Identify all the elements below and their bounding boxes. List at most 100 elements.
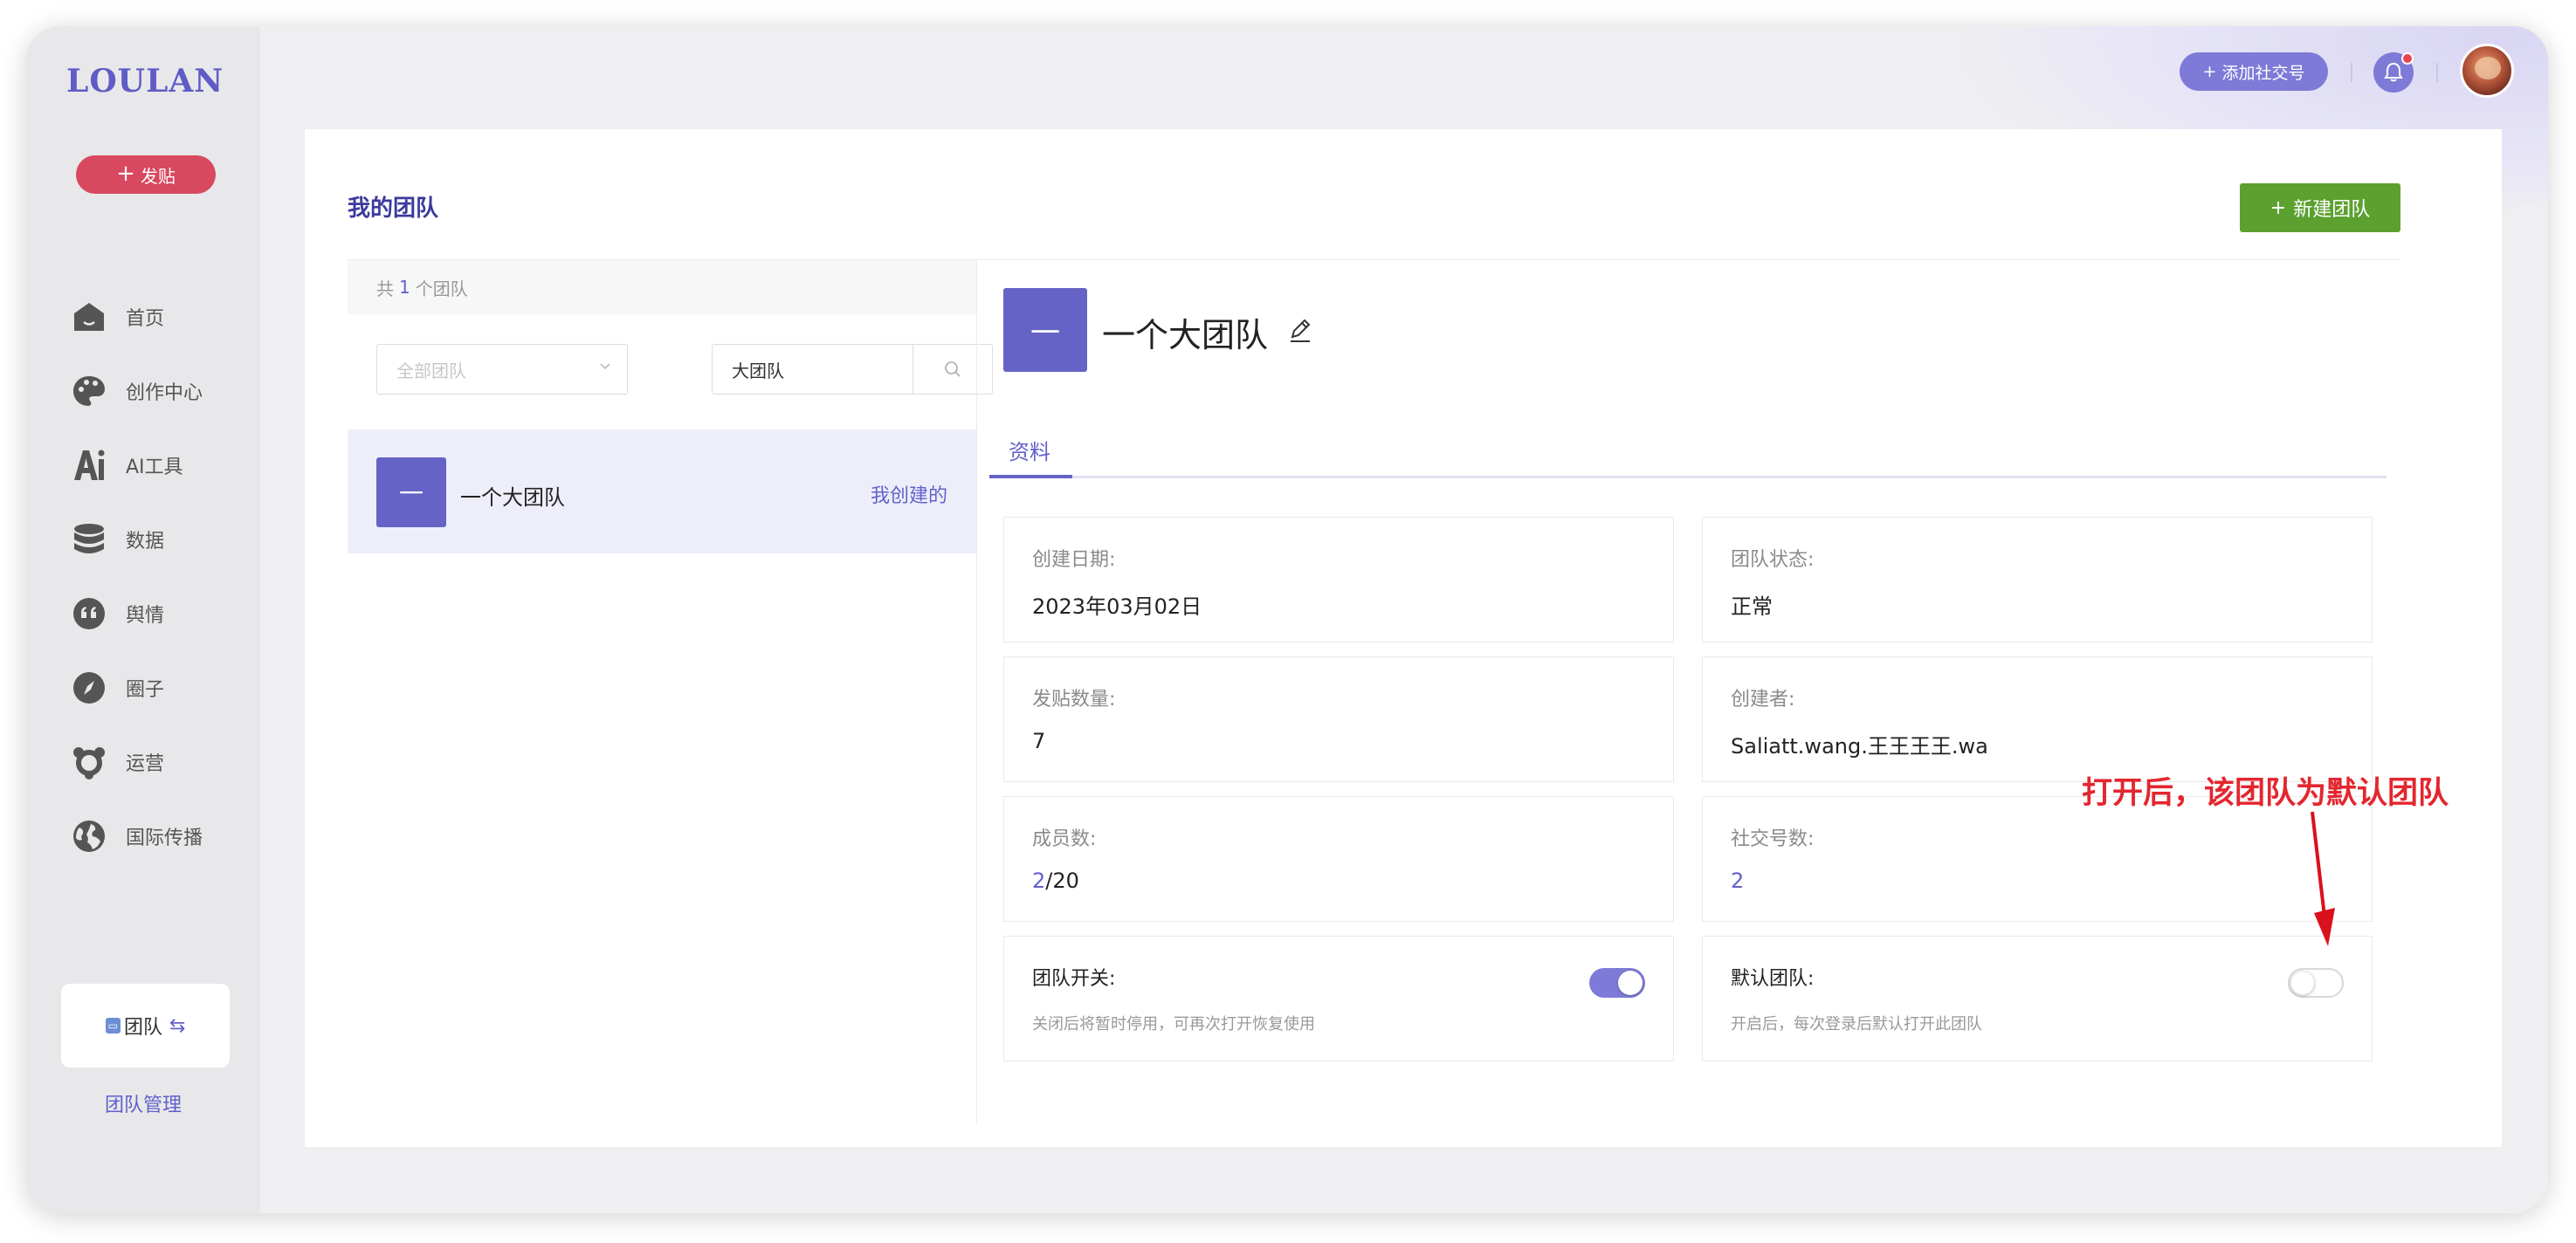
plus-icon: + [2202,62,2217,81]
sidebar-item-sentiment[interactable]: 舆情 [72,576,255,650]
team-switcher-label: 团队 [123,1017,162,1039]
annotation-arrow [2311,811,2335,946]
team-status-card: 团队状态: 正常 [1702,517,2373,642]
search-icon [945,361,961,377]
compass-icon [72,670,107,705]
created-date-card: 创建日期: 2023年03月02日 [1003,517,1674,642]
field-label: 成员数: [1032,828,1097,850]
field-value: Saliatt.wang.王王王王.wa [1731,734,1988,759]
list-item[interactable]: 一 一个大团队 我创建的 [348,429,976,553]
new-team-button[interactable]: + 新建团队 [2240,183,2400,232]
ai-icon [72,448,107,483]
sidebar-item-international[interactable]: 国际传播 [72,799,255,873]
team-list-panel: 共 1 个团队 全部团队 大团队 一 一个大团队 我创建的 [348,260,993,1124]
sidebar-item-creation[interactable]: 创作中心 [72,354,255,428]
field-label: 团队开关: [1032,968,1116,990]
chevron-down-icon [600,363,610,370]
sidebar-item-ai-tools[interactable]: AI工具 [72,428,255,502]
sidebar-item-label: 运营 [126,752,165,775]
field-value: 正常 [1731,594,1773,619]
field-label: 创建日期: [1032,549,1116,571]
team-count: 共 1 个团队 [348,260,976,314]
field-label: 默认团队: [1731,968,1815,990]
header-divider [2436,63,2438,82]
toggle-knob [1618,971,1643,995]
toggle-knob [2290,971,2315,995]
team-switch-card: 团队开关: 关闭后将暂时停用，可再次打开恢复使用 [1003,936,1674,1061]
palette-icon [72,374,107,409]
globe-icon [72,819,107,854]
sidebar-item-label: 舆情 [126,604,165,627]
field-label: 团队状态: [1731,549,1815,571]
default-team-toggle[interactable] [2288,968,2344,998]
sidebar-nav: 首页 创作中心 AI工具 数据 舆情 圈子 运营 国际传播 [72,279,255,873]
creator-card: 创建者: Saliatt.wang.王王王王.wa [1702,656,2373,782]
team-count-prefix: 共 [376,278,394,299]
team-search: 大团队 [712,344,993,395]
member-count-max: /20 [1045,869,1079,893]
annotation-text: 打开后，该团队为默认团队 [2082,776,2449,811]
team-detail-avatar: 一 [1003,288,1087,372]
field-value: 2023年03月02日 [1032,594,1202,619]
post-count-card: 发贴数量: 7 [1003,656,1674,782]
team-count-number: 1 [399,277,410,298]
team-manage-link[interactable]: 团队管理 [26,1089,260,1117]
sidebar-item-data[interactable]: 数据 [72,502,255,576]
post-button[interactable]: + 发贴 [76,155,216,194]
sidebar-item-label: 国际传播 [126,827,203,849]
field-label: 社交号数: [1731,828,1815,850]
logo[interactable]: LOULAN [66,63,232,108]
header-divider [2351,63,2352,82]
team-detail-title: 一个大团队 [1102,316,1269,354]
sidebar-item-label: 数据 [126,530,165,553]
sidebar-item-circles[interactable]: 圈子 [72,650,255,725]
edit-icon[interactable] [1287,316,1313,344]
sidebar-item-label: 首页 [126,307,165,330]
field-label: 发贴数量: [1032,689,1116,711]
team-tag-icon: ▭ [105,1018,121,1034]
team-filter-placeholder: 全部团队 [396,360,466,381]
member-count-link[interactable]: 2 [1032,869,1045,893]
home-icon [72,299,107,334]
plus-icon: + [2269,196,2287,219]
social-count-card: 社交号数: 2 [1702,796,2373,922]
bell-icon [2384,62,2403,82]
sidebar-item-operations[interactable]: 运营 [72,725,255,799]
team-detail: 一 一个大团队 资料 创建日期: 2023年03月02日 团队状态: 正常 发贴… [989,260,2400,1124]
team-avatar: 一 [376,457,446,527]
field-hint: 关闭后将暂时停用，可再次打开恢复使用 [1032,1015,1315,1034]
database-icon [72,522,107,557]
new-team-label: 新建团队 [2293,199,2371,221]
team-switch-toggle[interactable] [1589,968,1645,998]
app-window: LOULAN + 发贴 首页 创作中心 AI工具 数据 舆情 圈子 运营 国际传… [26,26,2548,1213]
page-title: 我的团队 [348,196,439,222]
swap-icon: ⇆ [169,1014,186,1037]
field-hint: 开启后，每次登录后默认打开此团队 [1731,1015,1982,1034]
team-switcher[interactable]: ▭ 团队 ⇆ [61,984,230,1068]
operations-icon [72,745,107,779]
sidebar-item-home[interactable]: 首页 [72,279,255,354]
field-value: 2 [1731,869,1744,893]
post-button-label: 发贴 [140,165,176,187]
user-avatar[interactable] [2460,44,2514,98]
panel-divider [976,260,977,1124]
team-search-input[interactable]: 大团队 [713,345,913,394]
team-name: 一个大团队 [460,485,565,510]
quote-icon [72,596,107,631]
plus-icon: + [116,160,135,187]
team-filter-select[interactable]: 全部团队 [376,344,628,395]
sidebar-item-label: 创作中心 [126,381,203,404]
add-social-button[interactable]: + 添加社交号 [2180,52,2328,91]
tab-profile[interactable]: 资料 [1009,435,1050,465]
sidebar-item-label: 圈子 [126,678,165,701]
field-value: 7 [1032,729,1046,753]
main-content: 我的团队 + 新建团队 共 1 个团队 全部团队 大团队 一 一个大团队 我创建… [305,129,2502,1147]
tab-indicator [989,475,1072,478]
search-button[interactable] [913,345,992,394]
social-count-link[interactable]: 2 [1731,869,1744,893]
default-team-card: 默认团队: 开启后，每次登录后默认打开此团队 [1702,936,2373,1061]
add-social-label: 添加社交号 [2221,63,2305,83]
team-role: 我创建的 [870,485,947,507]
detail-tabs: 资料 [989,435,2387,478]
sidebar: LOULAN + 发贴 首页 创作中心 AI工具 数据 舆情 圈子 运营 国际传… [26,26,260,1213]
